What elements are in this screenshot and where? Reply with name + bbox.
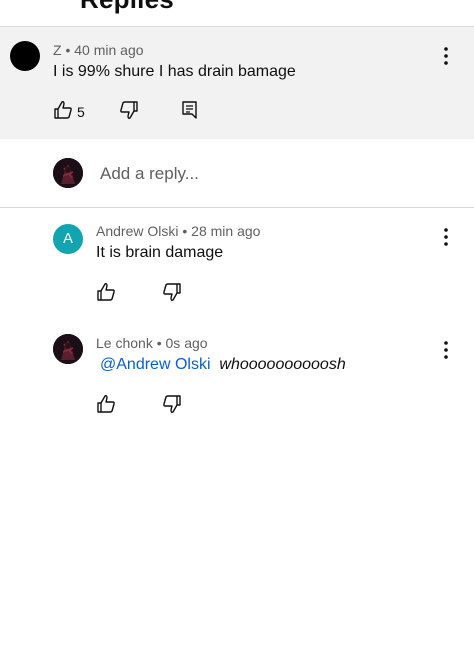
reply-time: 0s ago: [165, 335, 208, 351]
meta-separator: •: [182, 223, 188, 239]
reply-icon[interactable]: [179, 99, 201, 121]
meta-separator: •: [65, 42, 71, 58]
reply-text: @Andrew Olski whoooooooooosh: [100, 356, 346, 374]
reply-text: It is brain damage: [96, 244, 224, 261]
like-icon[interactable]: [52, 99, 74, 121]
reply-message: whoooooooooosh: [219, 356, 346, 373]
reply-meta: Le chonk • 0s ago: [96, 335, 208, 351]
add-reply-bar: [0, 139, 474, 207]
reply-author[interactable]: Le chonk: [96, 335, 153, 351]
more-options-icon[interactable]: [439, 226, 453, 248]
comment-author[interactable]: Z: [53, 42, 62, 58]
parent-comment: Z • 40 min ago I is 99% shure I has drai…: [0, 27, 474, 139]
dislike-icon[interactable]: [161, 393, 183, 415]
dislike-icon[interactable]: [161, 281, 183, 303]
avatar[interactable]: A: [53, 224, 83, 254]
back-arrow-icon[interactable]: [14, 0, 34, 8]
replies-header: Replies: [0, 0, 474, 26]
reply-author[interactable]: Andrew Olski: [96, 223, 178, 239]
more-options-icon[interactable]: [439, 339, 453, 361]
user-avatar[interactable]: [53, 158, 83, 188]
more-options-icon[interactable]: [439, 45, 453, 67]
mention-link[interactable]: @Andrew Olski: [100, 356, 211, 373]
avatar[interactable]: [53, 334, 83, 364]
reply-meta: Andrew Olski • 28 min ago: [96, 223, 260, 239]
comment-text: I is 99% shure I has drain bamage: [53, 63, 296, 80]
user-avatar-image: [53, 158, 83, 188]
like-count: 5: [77, 104, 85, 120]
reply-divider: [0, 207, 474, 208]
like-icon[interactable]: [95, 281, 117, 303]
comment-meta: Z • 40 min ago: [53, 42, 144, 58]
close-icon[interactable]: [430, 0, 454, 8]
comment-time: 40 min ago: [74, 42, 144, 58]
reply-time: 28 min ago: [191, 223, 261, 239]
page-title: Replies: [80, 0, 174, 15]
avatar[interactable]: [10, 41, 40, 71]
dislike-icon[interactable]: [118, 99, 140, 121]
meta-separator: •: [156, 335, 162, 351]
add-reply-input[interactable]: [100, 164, 400, 184]
avatar-image: [53, 334, 83, 364]
like-icon[interactable]: [95, 393, 117, 415]
